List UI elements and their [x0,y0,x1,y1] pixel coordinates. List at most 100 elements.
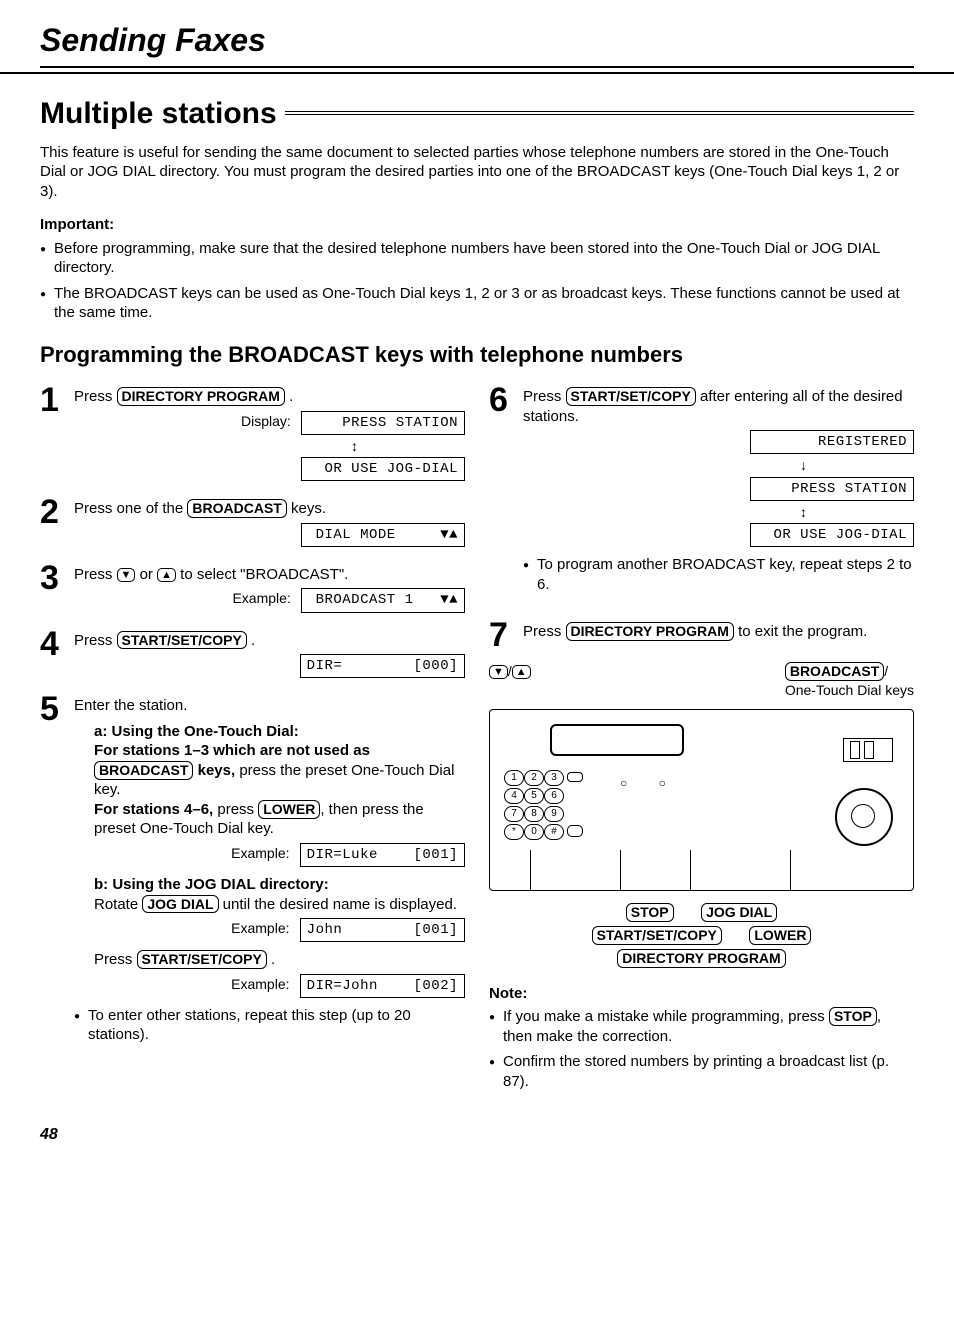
diagram-buttons: ○ ○ [620,776,680,792]
lcd-display: OR USE JOG-DIAL [750,523,914,547]
step-text: Press [74,566,117,583]
title-rule [285,111,914,115]
step-text: keys. [287,500,326,517]
step-text: or [135,566,157,583]
important-item: Before programming, make sure that the d… [40,239,914,278]
step-text: Press [523,623,566,640]
step-number: 4 [40,627,74,661]
step5b-text: Rotate [94,896,142,913]
jog-dial-key: JOG DIAL [701,903,777,922]
directory-program-key: DIRECTORY PROGRAM [117,387,285,406]
up-arrow-key: ▲ [512,665,531,679]
diagram-bottom-labels: STOP JOG DIAL START/SET/COPY LOWER DIREC… [489,901,914,969]
step-7: 7 Press DIRECTORY PROGRAM to exit the pr… [489,618,914,652]
step-5: 5 Enter the station. a: Using the One-To… [40,692,465,1059]
step5-press: Press [94,951,137,968]
step-3: 3 Press ▼ or ▲ to select "BROADCAST". Ex… [40,561,465,617]
step-6: 6 Press START/SET/COPY after entering al… [489,383,914,608]
lcd-display: OR USE JOG-DIAL [301,457,465,481]
step-4: 4 Press START/SET/COPY . DIR= [000] [40,627,465,683]
down-arrow-key: ▼ [117,568,136,582]
fax-machine-diagram: 123 456 789 *0# ○ ○ [489,709,914,891]
note-list: If you make a mistake while programming,… [489,1007,914,1091]
step5a-text: For stations 1–3 which are not used as [94,742,370,759]
start-set-copy-key: START/SET/COPY [137,950,267,969]
step-number: 5 [40,692,74,726]
lcd-display: DIAL MODE ▼▲ [301,523,465,547]
broadcast-key: BROADCAST [785,662,884,681]
important-list: Before programming, make sure that the d… [40,239,914,323]
step5a-text: press [213,801,258,818]
down-arrow-key: ▼ [489,665,508,679]
start-set-copy-key: START/SET/COPY [566,387,696,406]
jog-dial-key: JOG DIAL [142,895,218,914]
step-text: Press [523,388,566,405]
diagram-top-labels: ▼/▲ BROADCAST/One-Touch Dial keys [489,662,914,699]
step-number: 6 [489,383,523,417]
example-label: Example: [231,919,289,937]
page-number: 48 [40,1125,914,1146]
step5-footer: To enter other stations, repeat this ste… [74,1006,465,1045]
directory-program-key: DIRECTORY PROGRAM [566,622,734,641]
step5b-label: b: Using the JOG DIAL directory: [94,876,329,893]
step-text: to select "BROADCAST". [176,566,348,583]
display-label: Display: [241,412,291,430]
step-text: to exit the program. [734,623,867,640]
step-number: 3 [40,561,74,595]
directory-program-key: DIRECTORY PROGRAM [617,949,785,968]
lcd-display: John [001] [300,918,465,942]
section-title-text: Multiple stations [40,94,277,133]
arrow-updown-icon: ↕ [523,503,914,521]
arrow-updown-icon: ↕ [74,437,465,455]
step-number: 1 [40,383,74,417]
subheading: Programming the BROADCAST keys with tele… [40,341,914,370]
note-label: Note: [489,984,914,1004]
diagram-keypad: 123 456 789 *0# [504,770,583,842]
example-label: Example: [231,975,289,993]
one-touch-label: One-Touch Dial keys [785,682,914,698]
arrow-down-icon: ↓ [523,456,914,474]
start-set-copy-key: START/SET/COPY [117,631,247,650]
lcd-display: REGISTERED [750,430,914,454]
important-item: The BROADCAST keys can be used as One-To… [40,284,914,323]
diagram-jog-dial [835,788,893,846]
lcd-display: BROADCAST 1 ▼▲ [301,588,465,612]
step-text: Press [74,632,117,649]
stop-key: STOP [829,1007,877,1026]
page-title: Sending Faxes [40,20,914,68]
lower-key: LOWER [258,800,320,819]
broadcast-key: BROADCAST [94,761,193,780]
step-number: 7 [489,618,523,652]
step6-note: To program another BROADCAST key, repeat… [523,555,914,594]
step-text: Press one of the [74,500,187,517]
lcd-display: DIR=John [002] [300,974,465,998]
note-item: Confirm the stored numbers by printing a… [489,1052,914,1091]
step5b-text: until the desired name is displayed. [219,896,457,913]
start-set-copy-key: START/SET/COPY [592,926,722,945]
lcd-display: PRESS STATION [301,411,465,435]
step-number: 2 [40,495,74,529]
step-text: Enter the station. [74,697,187,714]
diagram-lcd [550,724,684,756]
section-title: Multiple stations [40,94,914,133]
step-text: Press [74,388,117,405]
left-column: 1 Press DIRECTORY PROGRAM . Display: PRE… [40,383,465,1105]
diagram-onetouch-keys [843,738,893,762]
right-column: 6 Press START/SET/COPY after entering al… [489,383,914,1105]
note-item: If you make a mistake while programming,… [489,1007,914,1046]
up-arrow-key: ▲ [157,568,176,582]
step5a-text: For stations 4–6, [94,801,213,818]
stop-key: STOP [626,903,674,922]
example-label: Example: [231,844,289,862]
step5a-text: keys, [193,762,235,779]
step-1: 1 Press DIRECTORY PROGRAM . Display: PRE… [40,383,465,485]
step5a-label: a: Using the One-Touch Dial: [94,723,299,740]
example-label: Example: [232,589,290,607]
lcd-display: DIR= [000] [300,654,465,678]
important-label: Important: [40,215,914,235]
lcd-display: DIR=Luke [001] [300,843,465,867]
step-2: 2 Press one of the BROADCAST keys. DIAL … [40,495,465,551]
broadcast-key: BROADCAST [187,499,286,518]
lower-key: LOWER [749,926,811,945]
intro-paragraph: This feature is useful for sending the s… [40,143,914,202]
